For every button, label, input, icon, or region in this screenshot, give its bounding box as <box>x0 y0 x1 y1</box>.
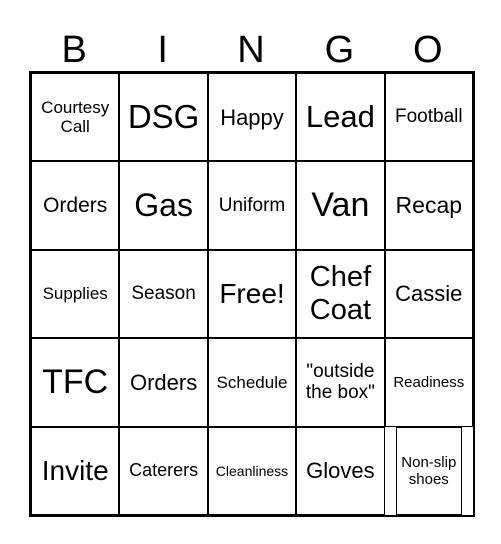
bingo-cell[interactable]: Lead <box>296 73 385 162</box>
bingo-cell[interactable]: Orders <box>119 338 208 427</box>
bingo-cell[interactable]: Van <box>296 161 385 250</box>
bingo-cell[interactable]: TFC <box>31 338 120 427</box>
bingo-cell[interactable]: Courtesy Call <box>31 73 120 162</box>
bingo-cell[interactable]: Orders <box>31 161 120 250</box>
bingo-cell[interactable]: Recap <box>384 161 473 250</box>
header-letter-i: I <box>157 29 168 71</box>
bingo-cell[interactable]: DSG <box>119 73 208 162</box>
bingo-cell[interactable]: Cleanliness <box>207 426 297 515</box>
header-letter-o: O <box>413 29 443 71</box>
bingo-cell[interactable]: "outside the box" <box>296 338 385 427</box>
bingo-cell[interactable]: Readiness <box>384 338 473 427</box>
bingo-cell[interactable]: Happy <box>207 73 297 162</box>
bingo-grid: Courtesy Call DSG Happy Lead Football Orders G… <box>29 71 475 517</box>
bingo-cell[interactable]: Football <box>384 73 473 162</box>
bingo-cell[interactable]: Non-slip shoes <box>395 426 462 515</box>
bingo-cell[interactable]: Chef Coat <box>296 249 385 339</box>
bingo-cell[interactable]: Season <box>119 249 208 339</box>
bingo-cell[interactable]: Uniform <box>207 161 297 250</box>
bingo-cell[interactable]: Cassie <box>384 249 473 339</box>
bingo-cell[interactable]: Schedule <box>207 338 297 427</box>
bingo-header: B I N G O <box>30 28 472 72</box>
bingo-cell[interactable]: Gloves <box>296 426 385 515</box>
bingo-cell[interactable]: Caterers <box>119 426 208 515</box>
bingo-cell[interactable]: Gas <box>119 161 208 250</box>
bingo-cell[interactable]: Invite <box>31 426 120 515</box>
header-letter-b: B <box>61 29 87 71</box>
header-letter-g: G <box>324 29 355 71</box>
header-letter-n: N <box>237 29 265 71</box>
bingo-cell[interactable]: Free! <box>207 249 297 339</box>
bingo-cell[interactable]: Supplies <box>31 249 120 339</box>
